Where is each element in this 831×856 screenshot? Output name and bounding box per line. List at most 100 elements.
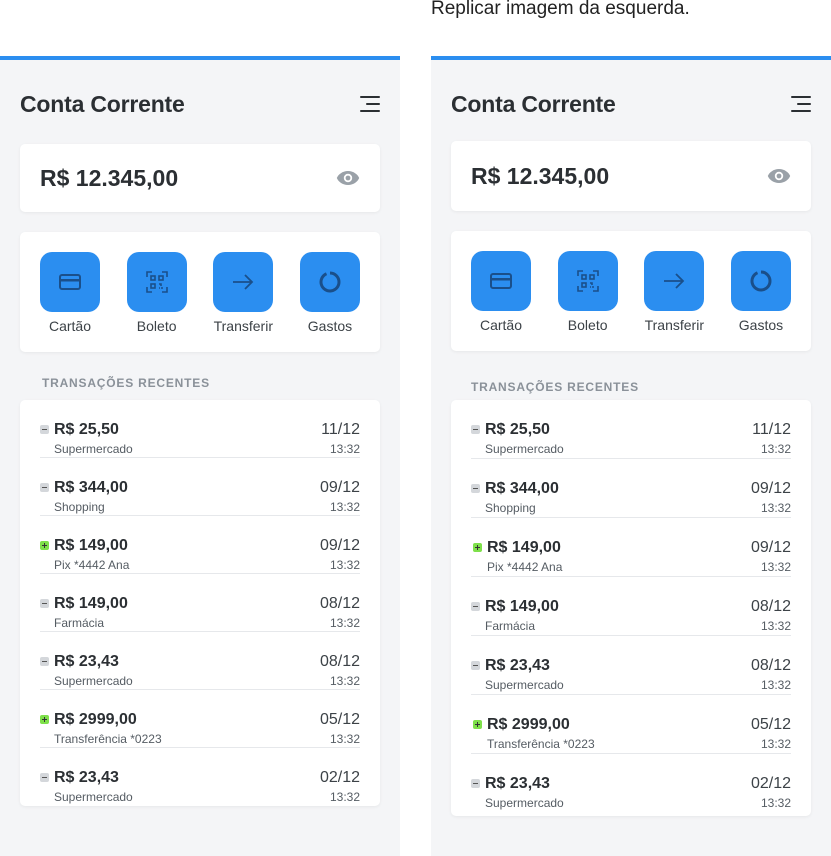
tx-description: Supermercado bbox=[54, 674, 133, 688]
tx-description: Supermercado bbox=[485, 678, 564, 692]
transaction-row[interactable]: R$ 149,00 Farmácia 08/12 13:32 bbox=[40, 574, 360, 632]
tx-description: Pix *4442 Ana bbox=[487, 560, 563, 574]
tx-time: 13:32 bbox=[329, 674, 360, 688]
tx-description: Farmácia bbox=[54, 616, 105, 630]
transaction-row[interactable]: R$ 2999,00 Transferência *0223 05/12 13:32 bbox=[471, 695, 791, 754]
minus-icon bbox=[471, 425, 480, 434]
tx-date: 09/12 bbox=[319, 537, 360, 554]
arrow-right-icon bbox=[233, 274, 254, 290]
balance-card: R$ 12.345,00 bbox=[451, 141, 811, 211]
hamburger-menu-icon[interactable] bbox=[789, 95, 811, 113]
spending-action-button[interactable]: Gastos bbox=[730, 251, 791, 351]
tx-date: 09/12 bbox=[750, 480, 791, 497]
minus-icon bbox=[471, 779, 480, 788]
boleto-action-button[interactable]: Boleto bbox=[126, 252, 187, 352]
tx-amount: R$ 344,00 bbox=[54, 479, 128, 496]
section-title: TRANSAÇÕES RECENTES bbox=[471, 380, 639, 394]
tx-time: 13:32 bbox=[329, 790, 360, 804]
transactions-list: R$ 25,50 Supermercado 11/12 13:32 R$ 344,00… bbox=[451, 400, 811, 816]
balance-card: R$ 12.345,00 bbox=[20, 144, 380, 212]
plus-icon bbox=[473, 543, 482, 552]
header: Conta Corrente bbox=[451, 88, 811, 120]
boleto-action-button[interactable]: Boleto bbox=[557, 251, 618, 351]
minus-icon bbox=[40, 657, 49, 666]
transaction-row[interactable]: R$ 25,50 Supermercado 11/12 13:32 bbox=[40, 400, 360, 458]
tx-amount: R$ 149,00 bbox=[54, 595, 128, 612]
tx-amount: R$ 344,00 bbox=[485, 480, 559, 497]
transaction-row[interactable]: R$ 25,50 Supermercado 11/12 13:32 bbox=[471, 400, 791, 459]
spending-action-button[interactable]: Gastos bbox=[299, 252, 360, 352]
minus-icon bbox=[40, 483, 49, 492]
eye-icon[interactable] bbox=[336, 170, 360, 186]
transfer-action-button[interactable]: Transferir bbox=[213, 252, 274, 352]
tx-time: 13:32 bbox=[329, 732, 360, 746]
credit-card-icon bbox=[490, 273, 512, 289]
hamburger-menu-icon[interactable] bbox=[358, 95, 380, 113]
tx-date: 08/12 bbox=[750, 598, 791, 615]
tx-date: 11/12 bbox=[752, 421, 791, 438]
tx-amount: R$ 149,00 bbox=[54, 537, 128, 554]
tx-time: 13:32 bbox=[760, 737, 791, 751]
tx-time: 13:32 bbox=[329, 558, 360, 572]
action-label: Cartão bbox=[48, 318, 92, 334]
barcode-scan-icon bbox=[145, 271, 168, 293]
transaction-row[interactable]: R$ 149,00 Pix *4442 Ana 09/12 13:32 bbox=[40, 516, 360, 574]
tx-amount: R$ 149,00 bbox=[487, 539, 561, 556]
donut-chart-icon bbox=[319, 271, 341, 293]
balance-amount: R$ 12.345,00 bbox=[471, 162, 610, 189]
tx-description: Shopping bbox=[54, 500, 105, 514]
tx-date: 08/12 bbox=[319, 595, 360, 612]
transaction-row[interactable]: R$ 344,00 Shopping 09/12 13:32 bbox=[40, 458, 360, 516]
right-panel: Conta Corrente R$ 12.345,00 Cartão Bolet… bbox=[431, 56, 831, 856]
tx-date: 05/12 bbox=[319, 711, 360, 728]
transaction-row[interactable]: R$ 23,43 Supermercado 08/12 13:32 bbox=[40, 632, 360, 690]
transaction-row[interactable]: R$ 23,43 Supermercado 08/12 13:32 bbox=[471, 636, 791, 695]
tx-time: 13:32 bbox=[760, 501, 791, 515]
page-title: Conta Corrente bbox=[20, 90, 185, 117]
action-label: Transferir bbox=[213, 318, 273, 334]
tx-time: 13:32 bbox=[329, 442, 360, 456]
tx-date: 05/12 bbox=[750, 716, 791, 733]
page-title: Conta Corrente bbox=[451, 90, 616, 117]
tx-date: 09/12 bbox=[319, 479, 360, 496]
tx-date: 08/12 bbox=[319, 653, 360, 670]
transfer-action-button[interactable]: Transferir bbox=[644, 251, 705, 351]
tx-time: 13:32 bbox=[760, 442, 791, 456]
card-action-button[interactable]: Cartão bbox=[40, 252, 100, 352]
tx-date: 08/12 bbox=[750, 657, 791, 674]
transaction-row[interactable]: R$ 344,00 Shopping 09/12 13:32 bbox=[471, 459, 791, 518]
transaction-row[interactable]: R$ 149,00 Farmácia 08/12 13:32 bbox=[471, 577, 791, 636]
tx-description: Transferência *0223 bbox=[54, 732, 162, 746]
balance-amount: R$ 12.345,00 bbox=[40, 164, 179, 191]
transaction-row[interactable]: R$ 23,43 Supermercado 02/12 13:32 bbox=[40, 748, 360, 806]
tx-time: 13:32 bbox=[760, 796, 791, 810]
tx-description: Supermercado bbox=[54, 790, 133, 804]
action-label: Boleto bbox=[136, 318, 177, 334]
tx-amount: R$ 23,43 bbox=[54, 653, 119, 670]
eye-icon[interactable] bbox=[767, 168, 791, 184]
action-label: Cartão bbox=[479, 317, 523, 333]
transaction-row[interactable]: R$ 23,43 Supermercado 02/12 13:32 bbox=[471, 754, 791, 816]
plus-icon bbox=[473, 720, 482, 729]
card-action-button[interactable]: Cartão bbox=[471, 251, 531, 351]
tx-amount: R$ 23,43 bbox=[485, 657, 550, 674]
tx-description: Transferência *0223 bbox=[487, 737, 595, 751]
transaction-row[interactable]: R$ 2999,00 Transferência *0223 05/12 13:32 bbox=[40, 690, 360, 748]
tx-description: Shopping bbox=[485, 501, 536, 515]
transaction-row[interactable]: R$ 149,00 Pix *4442 Ana 09/12 13:32 bbox=[471, 518, 791, 577]
tx-amount: R$ 2999,00 bbox=[487, 716, 570, 733]
actions-card: Cartão Boleto Transferir Gastos bbox=[20, 232, 380, 352]
plus-icon bbox=[40, 715, 49, 724]
tx-description: Farmácia bbox=[485, 619, 536, 633]
tx-time: 13:32 bbox=[760, 619, 791, 633]
action-label: Gastos bbox=[738, 317, 784, 333]
tx-amount: R$ 149,00 bbox=[485, 598, 559, 615]
tx-description: Supermercado bbox=[485, 442, 564, 456]
tx-time: 13:32 bbox=[760, 560, 791, 574]
tx-description: Supermercado bbox=[54, 442, 133, 456]
header: Conta Corrente bbox=[20, 88, 380, 120]
tx-amount: R$ 25,50 bbox=[485, 421, 550, 438]
tx-date: 11/12 bbox=[321, 421, 360, 438]
action-label: Transferir bbox=[644, 317, 704, 333]
action-label: Gastos bbox=[307, 318, 353, 334]
